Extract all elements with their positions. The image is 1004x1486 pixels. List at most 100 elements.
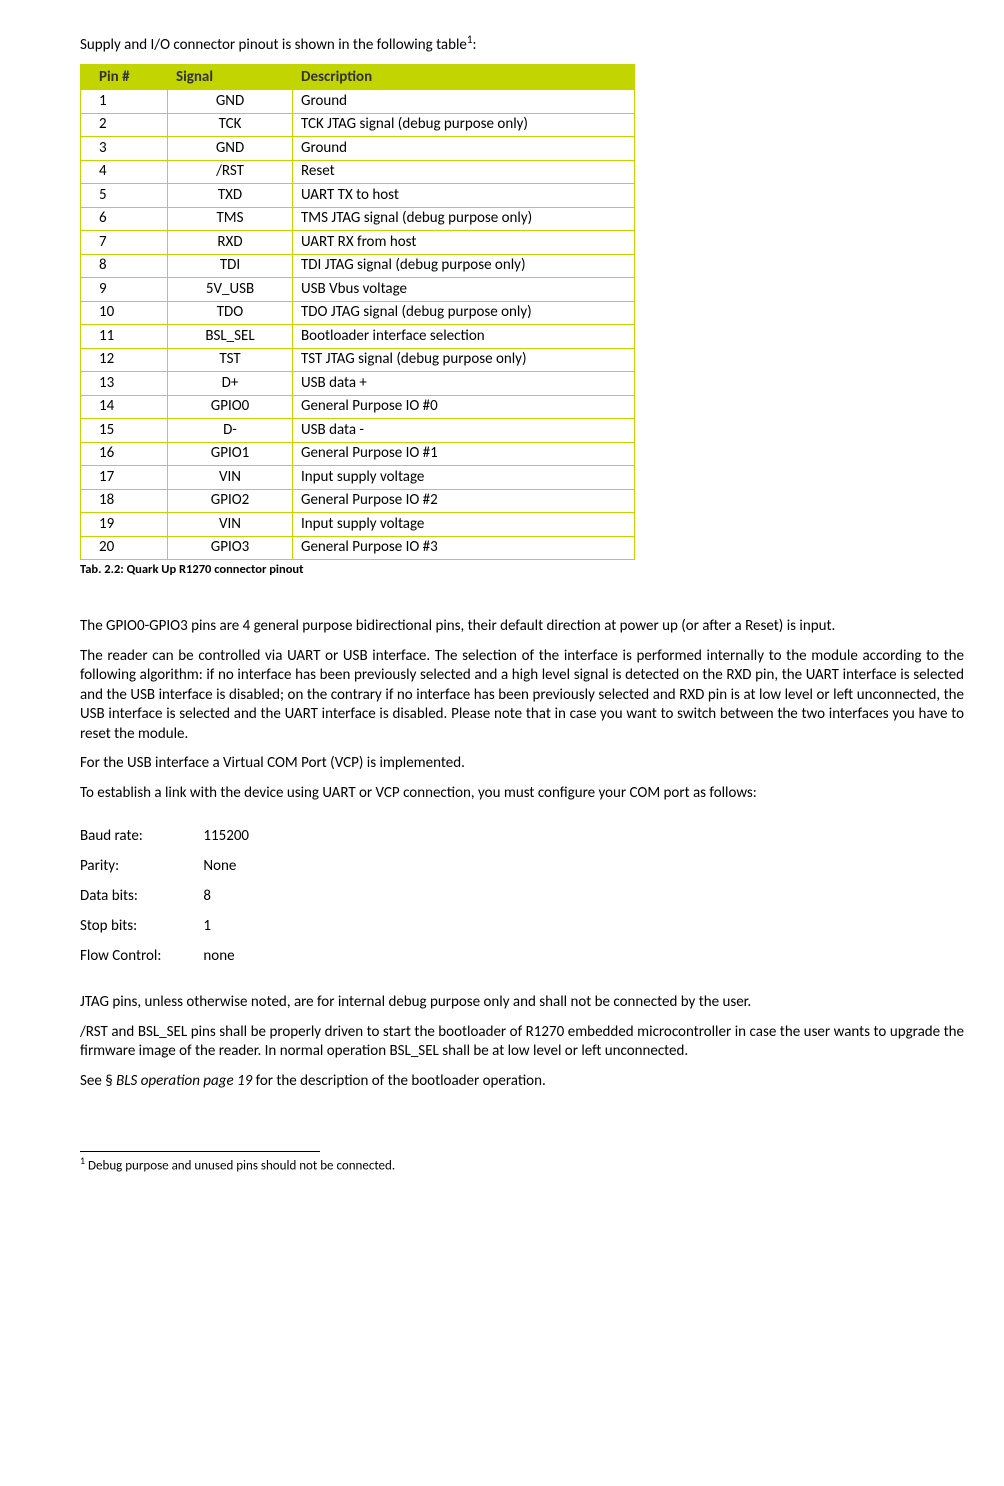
table-row: 15D-USB data - <box>81 419 635 443</box>
com-flow-row: Flow Control: none <box>80 947 964 965</box>
table-row: 18GPIO2General Purpose IO #2 <box>81 489 635 513</box>
com-baud-row: Baud rate: 115200 <box>80 827 964 845</box>
com-parity-label: Parity: <box>80 857 200 875</box>
cell-pin: 3 <box>81 137 168 161</box>
table-row: 7RXDUART RX from host <box>81 231 635 255</box>
table-row: 20GPIO3General Purpose IO #3 <box>81 536 635 560</box>
cell-description: USB data + <box>293 372 635 396</box>
cell-pin: 18 <box>81 489 168 513</box>
intro-text-prefix: Supply and I/O connector pinout is shown… <box>80 36 467 54</box>
table-row: 5TXDUART TX to host <box>81 184 635 208</box>
cell-description: Ground <box>293 137 635 161</box>
com-flow-label: Flow Control: <box>80 947 200 965</box>
footnote-text: Debug purpose and unused pins should not… <box>85 1158 395 1173</box>
cell-pin: 19 <box>81 513 168 537</box>
cell-signal: TCK <box>168 113 293 137</box>
cell-pin: 7 <box>81 231 168 255</box>
cell-description: TDI JTAG signal (debug purpose only) <box>293 254 635 278</box>
cell-signal: RXD <box>168 231 293 255</box>
cell-pin: 5 <box>81 184 168 208</box>
cell-pin: 20 <box>81 536 168 560</box>
cell-signal: TDI <box>168 254 293 278</box>
cell-signal: D+ <box>168 372 293 396</box>
see-bls-reference: BLS operation page 19 <box>116 1072 252 1090</box>
cell-pin: 12 <box>81 348 168 372</box>
cell-description: TST JTAG signal (debug purpose only) <box>293 348 635 372</box>
com-databits-row: Data bits: 8 <box>80 887 964 905</box>
table-row: 8TDITDI JTAG signal (debug purpose only) <box>81 254 635 278</box>
paragraph-interface-selection: The reader can be controlled via UART or… <box>80 647 964 745</box>
cell-description: TCK JTAG signal (debug purpose only) <box>293 113 635 137</box>
cell-signal: GPIO3 <box>168 536 293 560</box>
com-databits-label: Data bits: <box>80 887 200 905</box>
table-row: 1GNDGround <box>81 90 635 114</box>
table-row: 95V_USBUSB Vbus voltage <box>81 278 635 302</box>
intro-line: Supply and I/O connector pinout is shown… <box>80 33 964 54</box>
com-databits-value: 8 <box>203 887 211 905</box>
com-baud-value: 115200 <box>203 827 249 845</box>
cell-description: UART RX from host <box>293 231 635 255</box>
table-header-row: Pin # Signal Description <box>81 65 635 90</box>
table-caption: Tab. 2.2: Quark Up R1270 connector pinou… <box>80 562 964 577</box>
cell-pin: 14 <box>81 395 168 419</box>
cell-pin: 1 <box>81 90 168 114</box>
cell-signal: TST <box>168 348 293 372</box>
com-parity-row: Parity: None <box>80 857 964 875</box>
table-row: 16GPIO1General Purpose IO #1 <box>81 442 635 466</box>
cell-signal: 5V_USB <box>168 278 293 302</box>
table-row: 14GPIO0General Purpose IO #0 <box>81 395 635 419</box>
table-row: 11BSL_SELBootloader interface selection <box>81 325 635 349</box>
cell-pin: 13 <box>81 372 168 396</box>
table-row: 17VINInput supply voltage <box>81 466 635 490</box>
cell-description: USB Vbus voltage <box>293 278 635 302</box>
cell-signal: BSL_SEL <box>168 325 293 349</box>
footnote-separator <box>80 1151 320 1152</box>
footnote: 1 Debug purpose and unused pins should n… <box>80 1154 964 1173</box>
cell-pin: 15 <box>81 419 168 443</box>
paragraph-rst-bslsel: /RST and BSL_SEL pins shall be properly … <box>80 1023 964 1062</box>
cell-signal: TDO <box>168 301 293 325</box>
cell-description: General Purpose IO #2 <box>293 489 635 513</box>
pinout-table: Pin # Signal Description 1GNDGround2TCKT… <box>80 64 635 560</box>
table-row: 12TSTTST JTAG signal (debug purpose only… <box>81 348 635 372</box>
com-port-settings: Baud rate: 115200 Parity: None Data bits… <box>80 827 964 965</box>
com-flow-value: none <box>203 947 234 965</box>
table-row: 19VINInput supply voltage <box>81 513 635 537</box>
see-bls-suffix: for the description of the bootloader op… <box>252 1072 546 1090</box>
intro-text-suffix: : <box>472 36 476 54</box>
cell-signal: GND <box>168 137 293 161</box>
com-stopbits-row: Stop bits: 1 <box>80 917 964 935</box>
cell-description: USB data - <box>293 419 635 443</box>
paragraph-gpio: The GPIO0-GPIO3 pins are 4 general purpo… <box>80 617 964 637</box>
cell-description: General Purpose IO #3 <box>293 536 635 560</box>
cell-description: TDO JTAG signal (debug purpose only) <box>293 301 635 325</box>
cell-signal: VIN <box>168 513 293 537</box>
th-description: Description <box>293 65 635 90</box>
cell-signal: GPIO1 <box>168 442 293 466</box>
document-page: Supply and I/O connector pinout is shown… <box>0 0 1004 1486</box>
com-parity-value: None <box>203 857 236 875</box>
cell-description: Ground <box>293 90 635 114</box>
com-stopbits-value: 1 <box>203 917 211 935</box>
cell-signal: TMS <box>168 207 293 231</box>
cell-description: Bootloader interface selection <box>293 325 635 349</box>
cell-description: Reset <box>293 160 635 184</box>
cell-signal: GPIO0 <box>168 395 293 419</box>
th-signal: Signal <box>168 65 293 90</box>
cell-description: TMS JTAG signal (debug purpose only) <box>293 207 635 231</box>
cell-pin: 16 <box>81 442 168 466</box>
table-row: 2TCKTCK JTAG signal (debug purpose only) <box>81 113 635 137</box>
cell-signal: TXD <box>168 184 293 208</box>
th-pin: Pin # <box>81 65 168 90</box>
cell-pin: 10 <box>81 301 168 325</box>
table-row: 6TMSTMS JTAG signal (debug purpose only) <box>81 207 635 231</box>
cell-signal: GPIO2 <box>168 489 293 513</box>
table-row: 4/RSTReset <box>81 160 635 184</box>
cell-signal: GND <box>168 90 293 114</box>
cell-description: General Purpose IO #1 <box>293 442 635 466</box>
cell-pin: 17 <box>81 466 168 490</box>
cell-pin: 9 <box>81 278 168 302</box>
cell-signal: /RST <box>168 160 293 184</box>
cell-pin: 6 <box>81 207 168 231</box>
cell-pin: 2 <box>81 113 168 137</box>
